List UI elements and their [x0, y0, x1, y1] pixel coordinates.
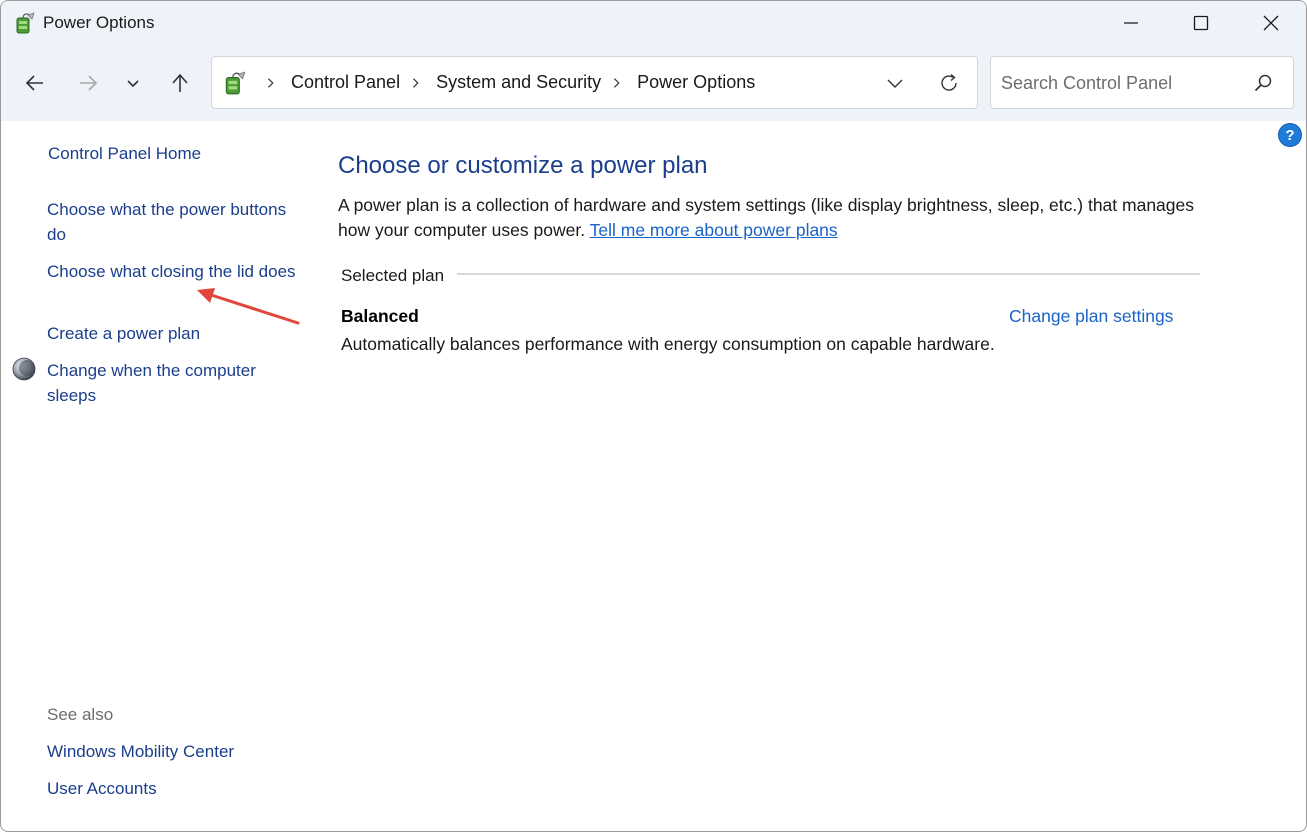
maximize-icon: [1193, 15, 1209, 31]
chevron-right-icon[interactable]: [611, 76, 625, 90]
page-title: Choose or customize a power plan: [338, 152, 708, 179]
moon-icon: [12, 357, 36, 381]
control-panel-home-link[interactable]: Control Panel Home: [48, 144, 201, 164]
chevron-right-icon[interactable]: [410, 76, 424, 90]
window-title: Power Options: [43, 13, 155, 32]
recent-locations-button[interactable]: [115, 65, 151, 101]
arrow-up-icon: [172, 73, 188, 92]
power-options-window: Power Options Control Panel System and S…: [0, 0, 1307, 832]
power-buttons-link[interactable]: Choose what the power buttons do: [47, 197, 297, 247]
power-options-icon: [16, 12, 35, 34]
chevron-right-icon[interactable]: [265, 76, 279, 90]
search-box[interactable]: [990, 56, 1294, 109]
breadcrumb-system-and-security[interactable]: System and Security: [433, 72, 604, 93]
address-bar[interactable]: Control Panel System and Security Power …: [211, 56, 978, 109]
arrow-left-icon: [25, 75, 43, 91]
forward-button[interactable]: [70, 65, 106, 101]
chevron-down-icon: [127, 80, 139, 88]
section-divider: [457, 273, 1200, 275]
maximize-button[interactable]: [1166, 1, 1236, 45]
user-accounts-link[interactable]: User Accounts: [47, 779, 157, 799]
title-bar: Power Options: [1, 1, 1306, 45]
search-icon[interactable]: [1253, 73, 1273, 93]
chevron-down-icon: [887, 79, 903, 88]
annotation-arrow-icon: [197, 288, 300, 325]
selected-plan-label: Selected plan: [341, 266, 445, 285]
address-dropdown-button[interactable]: [880, 69, 910, 97]
refresh-button[interactable]: [934, 69, 964, 97]
navigation-bar: Control Panel System and Security Power …: [1, 45, 1306, 121]
help-icon[interactable]: ?: [1278, 123, 1302, 147]
minimize-button[interactable]: [1096, 1, 1166, 45]
minimize-icon: [1124, 22, 1138, 24]
change-plan-settings-link[interactable]: Change plan settings: [1009, 306, 1173, 327]
learn-more-link[interactable]: Tell me more about power plans: [590, 220, 838, 240]
page-description: A power plan is a collection of hardware…: [338, 193, 1218, 243]
windows-mobility-center-link[interactable]: Windows Mobility Center: [47, 742, 234, 762]
see-also-heading: See also: [47, 705, 114, 724]
arrow-right-icon: [80, 75, 98, 91]
power-options-icon: [225, 71, 246, 95]
search-input[interactable]: [1001, 69, 1241, 97]
plan-name: Balanced: [341, 306, 419, 326]
plan-description: Automatically balances performance with …: [341, 334, 995, 354]
up-button[interactable]: [162, 65, 198, 101]
computer-sleeps-link[interactable]: Change when the computer sleeps: [47, 358, 297, 408]
back-button[interactable]: [17, 65, 53, 101]
breadcrumb-control-panel[interactable]: Control Panel: [288, 72, 403, 93]
breadcrumb-power-options[interactable]: Power Options: [634, 72, 758, 93]
close-button[interactable]: [1236, 1, 1306, 45]
breadcrumb: Control Panel System and Security Power …: [258, 57, 758, 108]
close-icon: [1263, 15, 1279, 31]
refresh-icon: [941, 73, 957, 91]
